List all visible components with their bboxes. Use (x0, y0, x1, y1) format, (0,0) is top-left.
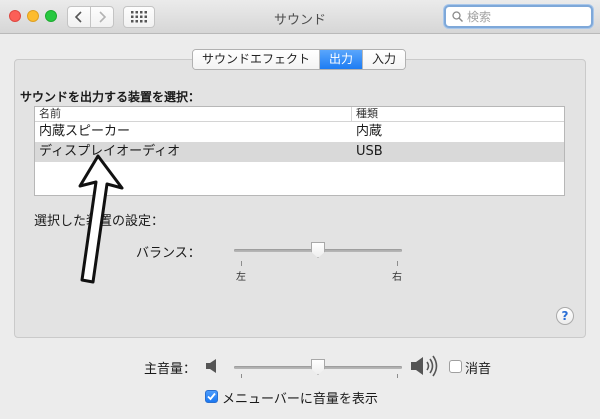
volume-tick-max (397, 374, 398, 378)
checkmark-icon (207, 392, 216, 401)
mute-checkbox[interactable] (449, 360, 462, 373)
volume-tick-min (241, 374, 242, 378)
output-device-heading: サウンドを出力する装置を選択： (20, 90, 201, 104)
title-bar: サウンド 検索 (0, 0, 600, 34)
balance-tick-right (397, 261, 398, 266)
device-name: 内蔵スピーカー (39, 124, 131, 139)
balance-right-label: 右 (392, 272, 402, 283)
balance-left-label: 左 (236, 272, 246, 283)
speaker-high-icon (411, 355, 438, 377)
search-icon (452, 11, 463, 22)
device-type: USB (356, 144, 383, 159)
search-field[interactable]: 検索 (444, 5, 593, 28)
device-type: 内蔵 (356, 124, 383, 139)
volume-slider-knob[interactable] (311, 359, 325, 375)
balance-label: バランス： (136, 246, 201, 261)
table-header: 名前 種類 (35, 107, 564, 122)
search-placeholder: 検索 (467, 10, 492, 24)
balance-tick-left (241, 261, 242, 266)
show-volume-in-menubar-label: メニューバーに音量を表示 (222, 392, 378, 407)
tab-input[interactable]: 入力 (363, 50, 406, 69)
column-header-name[interactable]: 名前 (35, 107, 352, 121)
tab-bar: サウンドエフェクト 出力 入力 (192, 49, 407, 70)
speaker-low-icon (206, 359, 216, 373)
tab-sound-effects[interactable]: サウンドエフェクト (193, 50, 321, 69)
mute-label: 消音 (465, 362, 492, 377)
table-row[interactable]: 内蔵スピーカー 内蔵 (35, 122, 564, 142)
annotation-arrow-icon (78, 154, 124, 284)
main-volume-label: 主音量： (144, 362, 197, 377)
help-button[interactable]: ? (556, 307, 574, 325)
show-volume-in-menubar-checkbox[interactable] (205, 390, 218, 403)
column-header-type[interactable]: 種類 (352, 107, 378, 121)
tab-output[interactable]: 出力 (320, 50, 364, 69)
